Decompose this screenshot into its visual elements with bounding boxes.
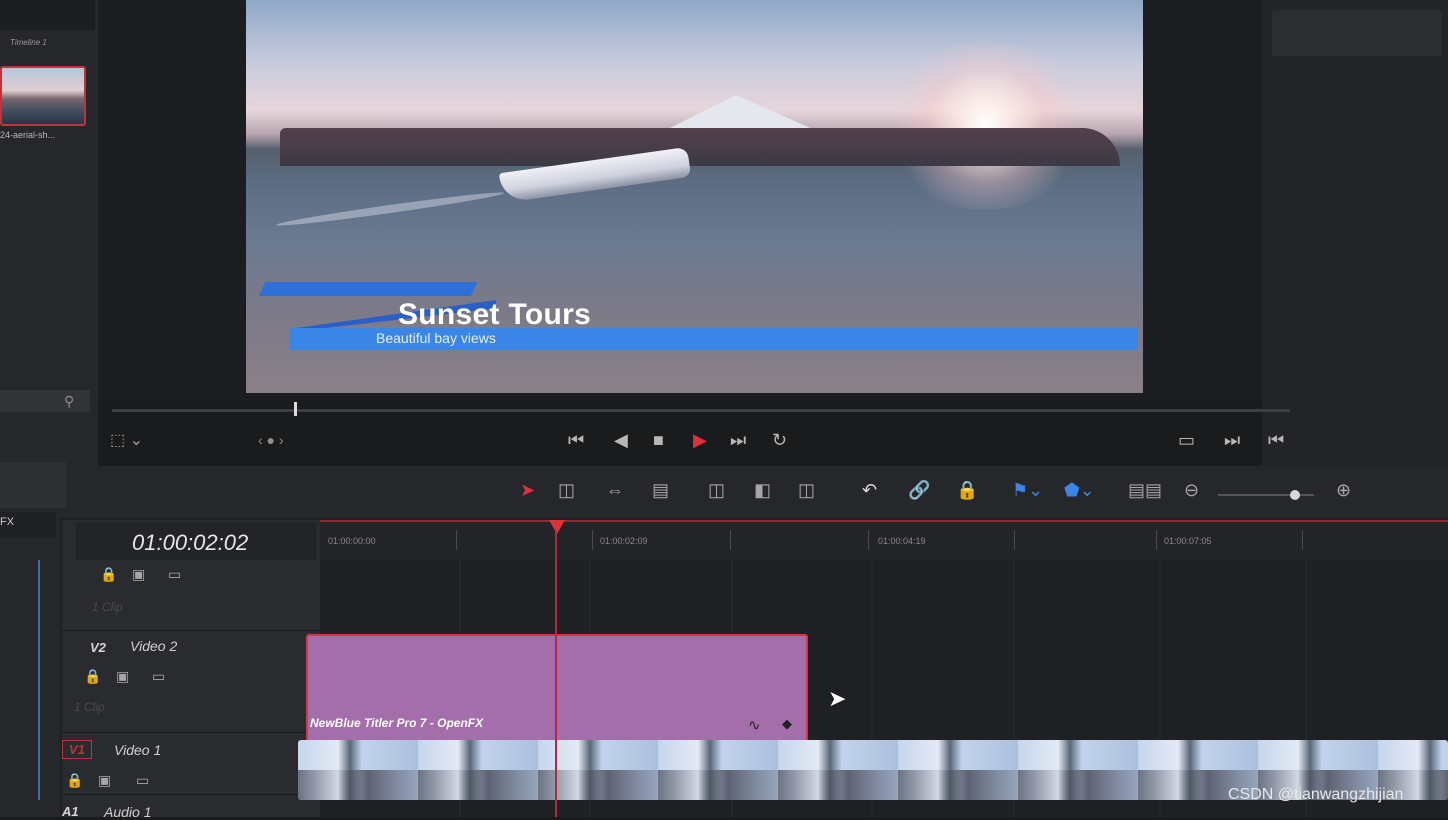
timeline-view-icon[interactable]: ▤▤ — [1128, 480, 1162, 501]
effects-list-item[interactable] — [0, 462, 66, 508]
viewer-scrubber[interactable] — [112, 409, 1290, 412]
inspector-panel — [1262, 0, 1448, 470]
replace-clip-icon[interactable]: ◫ — [798, 480, 815, 501]
in-point-icon[interactable]: ⏭ — [1224, 430, 1240, 451]
track-tag-v1[interactable]: V1 — [62, 740, 92, 759]
step-back-icon[interactable]: ◀ — [614, 430, 628, 451]
dynamic-trim-icon[interactable]: ⇔ — [606, 480, 624, 501]
linked-selection-icon[interactable]: 🔗 — [908, 480, 930, 501]
ruler-label: 01:00:07:05 — [1164, 536, 1212, 546]
skip-back-icon[interactable]: ⏮ — [568, 430, 584, 451]
clip-thumbnail[interactable] — [0, 66, 86, 126]
crop-icon[interactable]: ⬚ ⌄ — [110, 430, 143, 450]
loop-icon[interactable]: ↻ — [772, 430, 787, 451]
timecode-display[interactable]: 01:00:02:02 — [132, 530, 248, 556]
zoom-in-icon[interactable]: ⊕ — [1336, 480, 1351, 501]
lock-icon[interactable]: 🔒 — [956, 480, 978, 501]
media-pool-header — [0, 0, 95, 30]
search-icon[interactable]: ⚲ — [64, 393, 74, 410]
auto-select-icon[interactable]: ▣ — [132, 566, 145, 583]
clip-count: 1 Clip — [92, 600, 123, 614]
lower-third-subtitle: Beautiful bay views — [376, 330, 496, 346]
timeline-playhead[interactable] — [555, 530, 557, 817]
skip-forward-icon[interactable]: ⏭ — [730, 430, 746, 451]
play-icon[interactable]: ▶ — [693, 430, 707, 451]
fullscreen-icon[interactable]: ▭ — [1178, 430, 1195, 451]
mouse-cursor-icon: ➤ — [828, 686, 847, 711]
timeline-playhead-handle[interactable] — [549, 520, 565, 534]
overwrite-clip-icon[interactable]: ◧ — [754, 480, 771, 501]
zoom-out-icon[interactable]: ⊖ — [1184, 480, 1199, 501]
timeline-thumb-label: Timeline 1 — [10, 38, 47, 47]
clip-nav-icon[interactable]: ‹ ● › — [258, 432, 284, 448]
keyframe-diamond-icon[interactable]: ◆ — [782, 716, 792, 732]
trim-edit-icon[interactable]: ◫ — [558, 480, 575, 501]
disable-track-icon[interactable]: ▭ — [152, 668, 165, 685]
lower-third-accent-bar — [258, 282, 478, 296]
fx-label: FX — [0, 516, 15, 528]
titler-clip-label: NewBlue Titler Pro 7 - OpenFX — [310, 716, 484, 730]
disable-track-icon[interactable]: ▭ — [136, 772, 149, 789]
ruler-label: 01:00:02:09 — [600, 536, 648, 546]
track-name-v2[interactable]: Video 2 — [130, 638, 177, 654]
blade-icon[interactable]: ▤ — [652, 480, 669, 501]
panel-edge — [38, 560, 40, 800]
track-tag-v2: V2 — [90, 640, 106, 655]
auto-select-icon[interactable]: ▣ — [116, 668, 129, 685]
shoreline — [280, 128, 1120, 166]
stop-icon[interactable]: ■ — [653, 430, 664, 451]
out-point-icon[interactable]: ⏮ — [1268, 430, 1284, 451]
ruler-label: 01:00:04:19 — [878, 536, 926, 546]
effects-search-bar[interactable] — [0, 390, 90, 412]
lock-icon[interactable]: 🔒 — [100, 566, 117, 583]
track-name-a1[interactable]: Audio 1 — [104, 804, 151, 820]
insert-clip-icon[interactable]: ◫ — [708, 480, 725, 501]
selection-arrow-icon[interactable]: ➤ — [520, 480, 535, 501]
watermark: CSDN @tianwangzhijian — [1228, 786, 1404, 803]
snapping-icon[interactable]: ↶ — [862, 480, 877, 501]
clip-count: 1 Clip — [74, 700, 105, 714]
track-name-v1[interactable]: Video 1 — [114, 742, 161, 758]
zoom-slider-handle[interactable] — [1290, 490, 1300, 500]
lock-icon[interactable]: 🔒 — [84, 668, 101, 685]
keyframe-curve-icon[interactable]: ∿ — [748, 716, 761, 734]
viewer-playhead[interactable] — [294, 402, 297, 416]
flag-icon[interactable]: ⚑⌄ — [1012, 480, 1043, 501]
lock-icon[interactable]: 🔒 — [66, 772, 83, 789]
disable-track-icon[interactable]: ▭ — [168, 566, 181, 583]
lower-third-title: Sunset Tours — [398, 298, 592, 331]
ruler-label: 01:00:00:00 — [328, 536, 376, 546]
auto-select-icon[interactable]: ▣ — [98, 772, 111, 789]
inspector-header — [1272, 10, 1442, 56]
clip-thumbnail-name: 24-aerial-sh... — [0, 130, 56, 140]
marker-icon[interactable]: ⬟⌄ — [1064, 480, 1095, 501]
sun-glow — [886, 40, 1086, 210]
